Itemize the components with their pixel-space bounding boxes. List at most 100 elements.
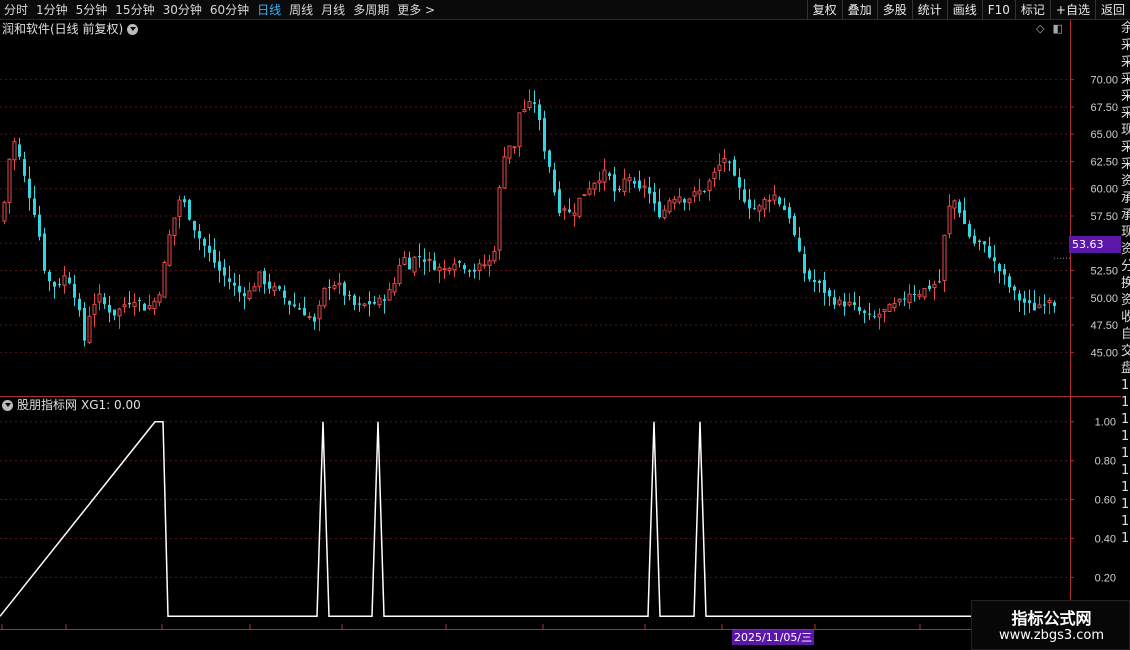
candle-body xyxy=(717,164,722,171)
toolbar-button-7[interactable]: +自选 xyxy=(1049,0,1095,20)
candles-group xyxy=(2,89,1056,347)
candle-body xyxy=(798,237,801,252)
candle xyxy=(947,194,952,239)
period-tab-8[interactable]: 月线 xyxy=(317,0,349,20)
candle xyxy=(147,294,152,311)
right-strip-label: 1 xyxy=(1121,497,1130,512)
candle-body xyxy=(458,261,461,263)
candle-body xyxy=(907,293,912,304)
period-tab-6[interactable]: 日线 xyxy=(253,0,285,20)
toolbar-button-5[interactable]: F10 xyxy=(981,0,1015,20)
window-icon[interactable]: ◧ xyxy=(1052,22,1062,35)
candle xyxy=(767,194,772,213)
right-strip-label: 自 xyxy=(1121,327,1130,342)
candle-body xyxy=(103,297,106,305)
candle-body xyxy=(412,256,417,273)
candle-body xyxy=(198,231,201,239)
candle xyxy=(828,287,831,307)
candle-body xyxy=(938,281,941,283)
candle-body xyxy=(12,141,17,161)
candle xyxy=(538,99,541,131)
candle-body xyxy=(43,233,46,271)
candle-body xyxy=(257,271,262,288)
toolbar-button-8[interactable]: 返回 xyxy=(1094,0,1130,20)
diamond-icon[interactable]: ◇ xyxy=(1036,22,1044,35)
candle-body xyxy=(343,282,346,296)
candle xyxy=(328,279,331,301)
candle-body xyxy=(613,174,616,192)
period-tab-4[interactable]: 30分钟 xyxy=(159,0,206,20)
candle xyxy=(853,291,856,311)
right-strip-label: 采 xyxy=(1121,89,1130,104)
candle xyxy=(793,213,796,237)
candle-body xyxy=(683,199,686,203)
candle-body xyxy=(562,208,567,211)
candle-body xyxy=(618,188,621,191)
candle-body xyxy=(743,189,746,202)
period-tab-0[interactable]: 分时 xyxy=(0,0,32,20)
candle-body xyxy=(427,258,432,261)
toolbar-button-6[interactable]: 标记 xyxy=(1014,0,1050,20)
main-chart-title: 润和软件(日线 前复权) xyxy=(2,21,139,37)
candle-body xyxy=(993,257,996,262)
candle xyxy=(433,252,436,271)
candle xyxy=(577,197,582,219)
toolbar-button-3[interactable]: 统计 xyxy=(911,0,947,20)
right-strip-label: 换 xyxy=(1121,276,1130,291)
candle-body xyxy=(437,266,442,272)
right-strip-label: 1 xyxy=(1121,412,1130,427)
period-tab-3[interactable]: 15分钟 xyxy=(111,0,158,20)
right-strip-label: 1 xyxy=(1121,378,1130,393)
candle-body xyxy=(487,260,492,266)
candle xyxy=(473,263,476,279)
chevron-down-icon[interactable] xyxy=(2,399,13,411)
candle-body xyxy=(892,302,897,309)
candle xyxy=(813,269,816,293)
candle xyxy=(783,197,786,211)
period-tab-1[interactable]: 1分钟 xyxy=(32,0,72,20)
candle-body xyxy=(87,315,92,343)
candle-body xyxy=(527,100,532,109)
candle-body xyxy=(213,249,216,263)
candle-body xyxy=(172,217,177,236)
chevron-down-icon[interactable] xyxy=(127,23,139,35)
candle-body xyxy=(183,199,186,203)
candle xyxy=(487,254,492,277)
candle-body xyxy=(917,294,922,297)
period-tab-10[interactable]: 更多 > xyxy=(393,0,439,20)
candle-body xyxy=(7,158,12,203)
candle xyxy=(712,167,717,188)
period-tab-2[interactable]: 5分钟 xyxy=(72,0,112,20)
period-tab-5[interactable]: 60分钟 xyxy=(206,0,253,20)
candle-body xyxy=(833,297,836,305)
candle-body xyxy=(863,310,866,314)
price-tick-label: 65.00 xyxy=(1090,129,1118,141)
candle-body xyxy=(667,200,672,213)
candle-body xyxy=(648,187,651,194)
candle-body xyxy=(1023,298,1026,303)
chart-area[interactable]: 45.0047.5050.0052.5055.0057.5060.0062.50… xyxy=(0,20,1130,630)
period-tab-7[interactable]: 周线 xyxy=(285,0,317,20)
candle xyxy=(283,285,286,305)
candle-body xyxy=(288,301,291,305)
toolbar-button-4[interactable]: 画线 xyxy=(946,0,982,20)
candle-body xyxy=(188,199,191,220)
toolbar-button-1[interactable]: 叠加 xyxy=(841,0,877,20)
period-tab-9[interactable]: 多周期 xyxy=(349,0,393,20)
candle-body xyxy=(447,267,452,271)
candle xyxy=(958,199,961,218)
toolbar-button-0[interactable]: 复权 xyxy=(806,0,842,20)
candle-body xyxy=(233,282,236,286)
candle xyxy=(23,151,26,183)
candle xyxy=(157,291,162,307)
candle-body xyxy=(92,303,97,315)
candle xyxy=(517,112,522,157)
candle xyxy=(12,137,17,171)
price-tick-label: 67.50 xyxy=(1090,102,1118,114)
candle-body xyxy=(1013,286,1016,291)
candle xyxy=(868,302,871,321)
candle-body xyxy=(177,199,182,217)
candle xyxy=(722,149,727,172)
candle-body xyxy=(162,262,167,298)
toolbar-button-2[interactable]: 多股 xyxy=(876,0,912,20)
